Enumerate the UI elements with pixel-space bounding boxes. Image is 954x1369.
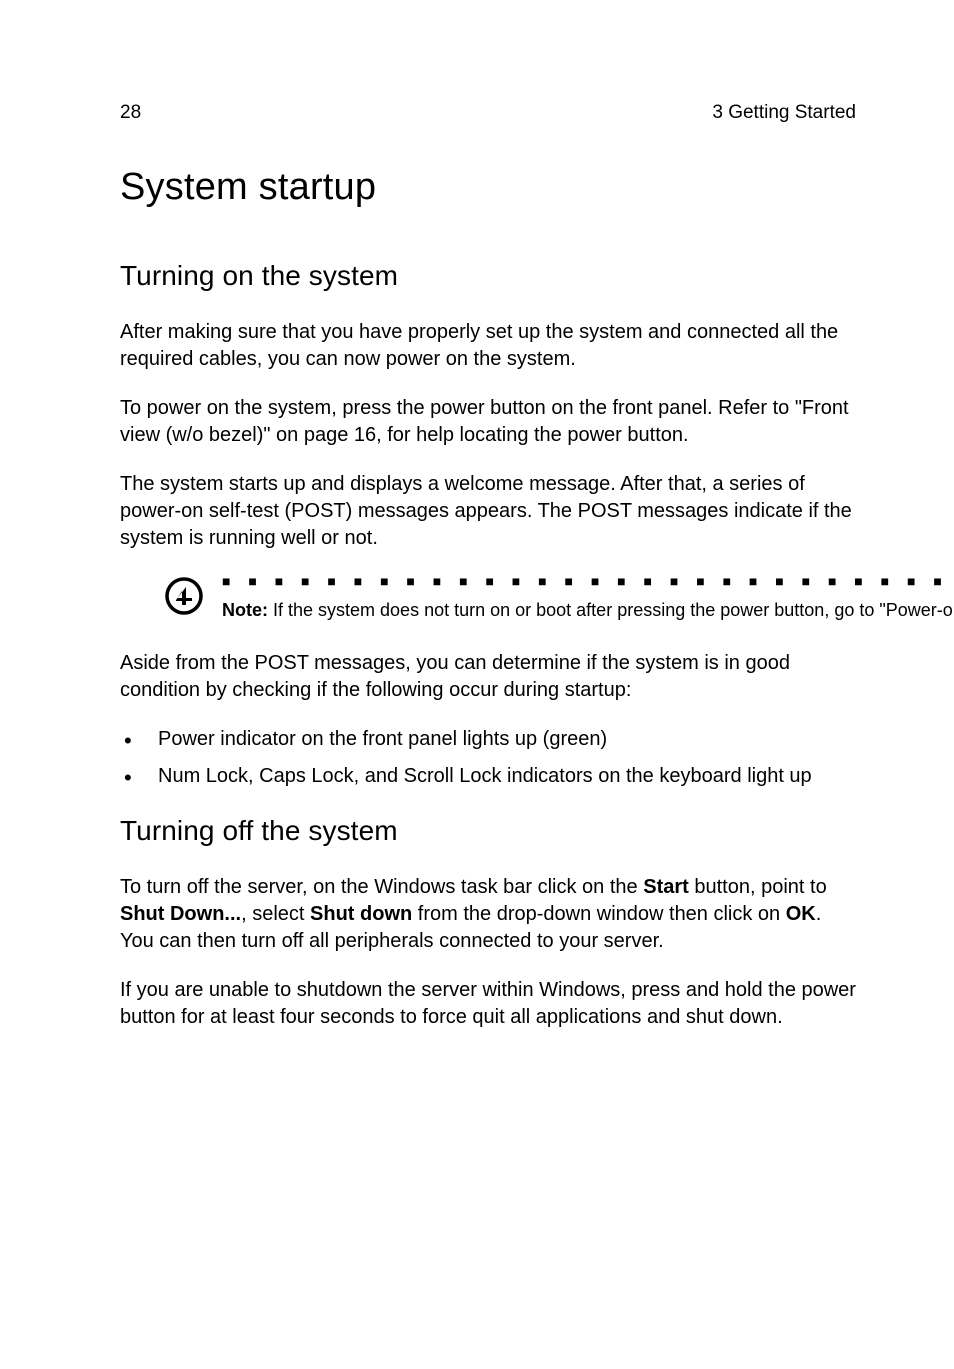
section-heading-turning-off: Turning off the system (120, 812, 856, 850)
ui-term-start: Start (643, 876, 689, 898)
text-run: , select (241, 903, 310, 925)
body-paragraph: If you are unable to shutdown the server… (120, 977, 856, 1031)
note-text: Note: If the system does not turn on or … (222, 598, 954, 622)
page-number: 28 (120, 100, 141, 126)
bullet-list: Power indicator on the front panel light… (120, 726, 856, 790)
list-item: Num Lock, Caps Lock, and Scroll Lock ind… (120, 763, 856, 790)
note-callout: ■ ■ ■ ■ ■ ■ ■ ■ ■ ■ ■ ■ ■ ■ ■ ■ ■ ■ ■ ■ … (120, 574, 856, 624)
text-run: from the drop-down window then click on (412, 903, 786, 925)
page-header: 28 3 Getting Started (120, 100, 856, 126)
text-run: To turn off the server, on the Windows t… (120, 876, 643, 898)
list-item: Power indicator on the front panel light… (120, 726, 856, 753)
page-title: System startup (120, 162, 856, 213)
ui-term-shutdown: Shut down (310, 903, 412, 925)
body-paragraph: The system starts up and displays a welc… (120, 471, 856, 552)
ui-term-ok: OK (786, 903, 816, 925)
dotted-rule: ■ ■ ■ ■ ■ ■ ■ ■ ■ ■ ■ ■ ■ ■ ■ ■ ■ ■ ■ ■ … (222, 574, 954, 588)
chapter-label: 3 Getting Started (712, 100, 856, 126)
body-paragraph: After making sure that you have properly… (120, 319, 856, 373)
body-paragraph: To turn off the server, on the Windows t… (120, 874, 856, 955)
note-icon (164, 576, 204, 624)
note-content: If the system does not turn on or boot a… (268, 600, 954, 620)
section-heading-turning-on: Turning on the system (120, 257, 856, 295)
ui-term-shutdown-menu: Shut Down... (120, 903, 241, 925)
body-paragraph: Aside from the POST messages, you can de… (120, 650, 856, 704)
note-label: Note: (222, 600, 268, 620)
text-run: button, point to (689, 876, 827, 898)
note-body: ■ ■ ■ ■ ■ ■ ■ ■ ■ ■ ■ ■ ■ ■ ■ ■ ■ ■ ■ ■ … (222, 574, 954, 622)
body-paragraph: To power on the system, press the power … (120, 395, 856, 449)
